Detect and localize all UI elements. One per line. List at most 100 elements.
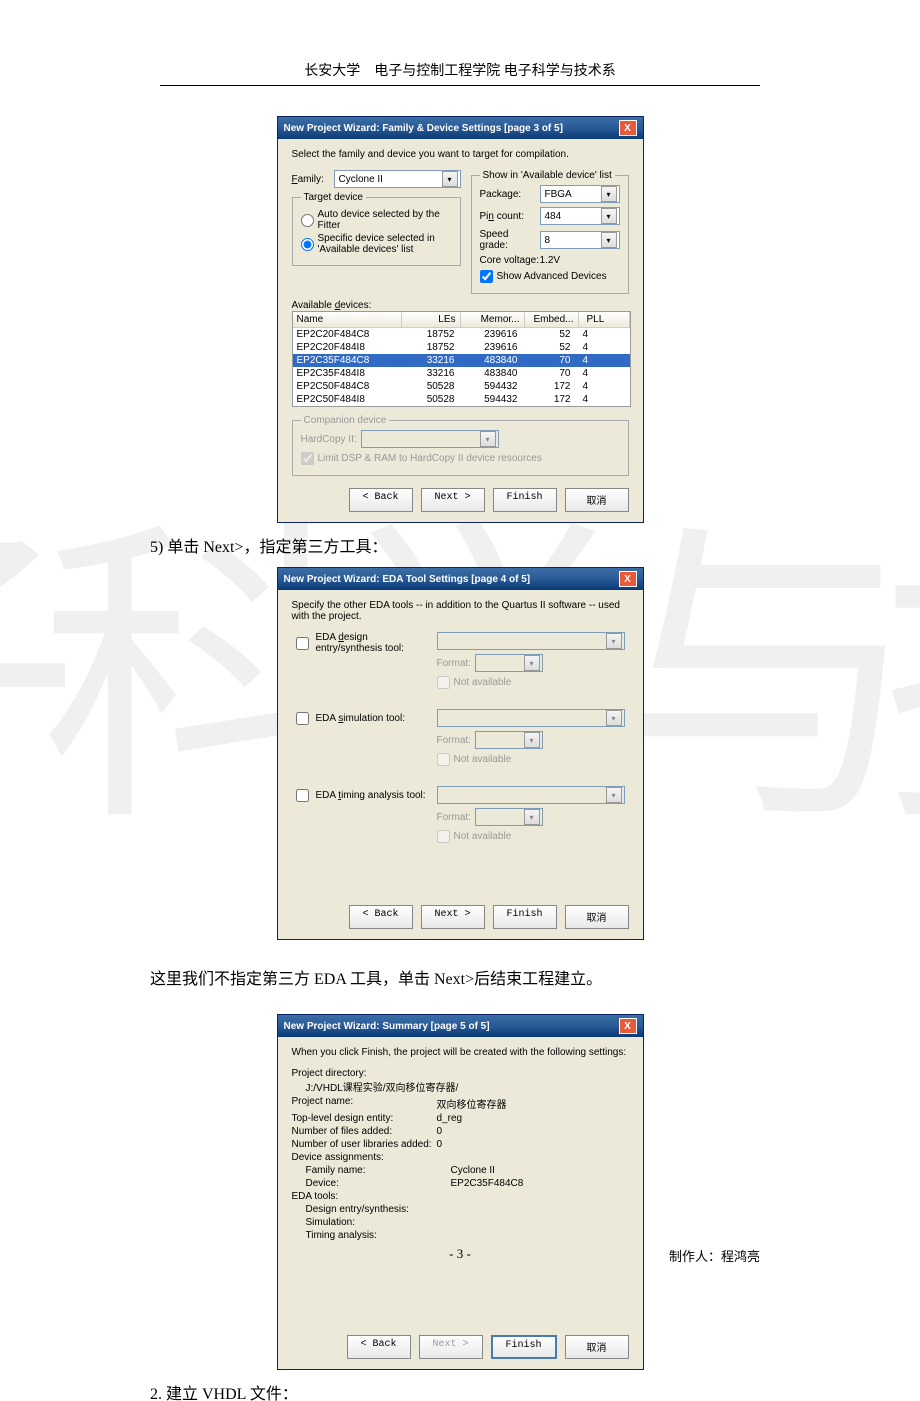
eda-timing-check[interactable] xyxy=(296,789,309,802)
show-legend: Show in 'Available device' list xyxy=(480,170,615,181)
core-label: Core voltage: xyxy=(480,255,540,266)
companion-group: Companion device HardCopy II:▾ Limit DSP… xyxy=(292,415,629,476)
eda-synthesis-check[interactable] xyxy=(296,637,309,650)
col-name[interactable]: Name xyxy=(293,312,402,327)
titlebar: New Project Wizard: EDA Tool Settings [p… xyxy=(278,568,643,590)
finish-button[interactable]: Finish xyxy=(493,905,557,929)
chevron-down-icon: ▾ xyxy=(606,787,622,803)
format-label: Format: xyxy=(437,735,475,746)
not-avail-label: Not available xyxy=(454,831,512,842)
table-row[interactable]: EP2C20F484I818752239616524 xyxy=(293,341,630,354)
core-value: 1.2V xyxy=(540,255,561,266)
not-avail-check xyxy=(437,753,450,766)
show-adv-check[interactable] xyxy=(480,270,493,283)
next-button[interactable]: Next > xyxy=(421,488,485,512)
back-button[interactable]: < Back xyxy=(349,905,413,929)
table-row[interactable]: EP2C35F484I833216483840704 xyxy=(293,367,630,380)
eda-synthesis-combo: ▾ xyxy=(437,632,625,650)
eda-simulation-combo: ▾ xyxy=(437,709,625,727)
companion-legend: Companion device xyxy=(301,415,390,426)
not-avail-label: Not available xyxy=(454,677,512,688)
page-number: - 3 - xyxy=(449,1246,471,1262)
summary-item: Timing analysis: xyxy=(292,1230,629,1241)
chevron-down-icon[interactable]: ▾ xyxy=(442,171,458,187)
between-text: 这里我们不指定第三方 EDA 工具，单击 Next>后结束工程建立。 xyxy=(150,965,770,989)
back-button[interactable]: < Back xyxy=(349,488,413,512)
close-icon[interactable]: X xyxy=(619,120,637,136)
chevron-down-icon: ▾ xyxy=(524,732,540,748)
dialog-title: New Project Wizard: EDA Tool Settings [p… xyxy=(284,574,531,585)
package-label: Package: xyxy=(480,189,540,200)
format-combo: ▾ xyxy=(475,731,543,749)
summary-item: Design entry/synthesis: xyxy=(292,1204,629,1215)
table-row[interactable]: EP2C20F484C818752239616524 xyxy=(293,328,630,341)
titlebar: New Project Wizard: Family & Device Sett… xyxy=(278,117,643,139)
radio-auto-label: Auto device selected by the Fitter xyxy=(318,209,452,231)
eda-timing-combo: ▾ xyxy=(437,786,625,804)
chevron-down-icon[interactable]: ▾ xyxy=(601,232,617,248)
radio-auto[interactable] xyxy=(301,214,314,227)
finish-button[interactable]: Finish xyxy=(491,1335,557,1359)
header-rule xyxy=(160,85,760,86)
header-text: 长安大学 电子与控制工程学院 电子科学与技术系 xyxy=(304,64,616,79)
dialog-title: New Project Wizard: Summary [page 5 of 5… xyxy=(284,1021,490,1032)
summary-item: Device:EP2C35F484C8 xyxy=(292,1178,629,1189)
eda-label: EDA tools: xyxy=(292,1191,629,1202)
chevron-down-icon: ▾ xyxy=(480,431,496,447)
not-avail-check xyxy=(437,676,450,689)
cancel-button[interactable]: 取消 xyxy=(565,905,629,929)
col-les[interactable]: LEs xyxy=(402,312,461,327)
dialog-title: New Project Wizard: Family & Device Sett… xyxy=(284,123,563,134)
show-available-group: Show in 'Available device' list Package:… xyxy=(471,170,629,294)
eda-synthesis-label: EDA design entry/synthesis tool: xyxy=(316,632,437,654)
col-mem[interactable]: Memor... xyxy=(461,312,525,327)
summary-item: Number of user libraries added:0 xyxy=(292,1139,629,1150)
next-button: Next > xyxy=(419,1335,483,1359)
table-row[interactable]: EP2C35F484C833216483840704 xyxy=(293,354,630,367)
family-label: Family: xyxy=(292,174,334,185)
summary-item: Top-level design entity:d_reg xyxy=(292,1113,629,1124)
speed-combo[interactable]: 8▾ xyxy=(540,231,620,249)
next-button[interactable]: Next > xyxy=(421,905,485,929)
col-pll[interactable]: PLL xyxy=(579,312,630,327)
instruction-text: Select the family and device you want to… xyxy=(292,149,629,160)
chevron-down-icon[interactable]: ▾ xyxy=(601,208,617,224)
close-icon[interactable]: X xyxy=(619,571,637,587)
back-button[interactable]: < Back xyxy=(347,1335,411,1359)
not-avail-check xyxy=(437,830,450,843)
format-label: Format: xyxy=(437,658,475,669)
dialog-eda-tools: New Project Wizard: EDA Tool Settings [p… xyxy=(277,567,644,940)
target-device-group: Target device Auto device selected by th… xyxy=(292,192,461,266)
close-icon[interactable]: X xyxy=(619,1018,637,1034)
author-text: 制作人：程鸿亮 xyxy=(669,1246,760,1265)
eda-simulation-label: EDA simulation tool: xyxy=(316,713,406,724)
pin-combo[interactable]: 484▾ xyxy=(540,207,620,225)
chevron-down-icon: ▾ xyxy=(524,809,540,825)
radio-specific[interactable] xyxy=(301,238,314,251)
col-emb[interactable]: Embed... xyxy=(525,312,579,327)
show-adv-label: Show Advanced Devices xyxy=(497,271,607,282)
cancel-button[interactable]: 取消 xyxy=(565,1335,629,1359)
table-row[interactable]: EP2C50F484I8505285944321724 xyxy=(293,393,630,406)
cancel-button[interactable]: 取消 xyxy=(565,488,629,512)
chevron-down-icon: ▾ xyxy=(606,710,622,726)
table-row[interactable]: EP2C50F484C8505285944321724 xyxy=(293,380,630,393)
titlebar: New Project Wizard: Summary [page 5 of 5… xyxy=(278,1015,643,1037)
table-header: Name LEs Memor... Embed... PLL xyxy=(293,312,630,328)
hardcopy-combo: ▾ xyxy=(361,430,499,448)
target-legend: Target device xyxy=(301,192,366,203)
limit-check xyxy=(301,452,314,465)
family-combo[interactable]: Cyclone II▾ xyxy=(334,170,461,188)
proj-dir-label: Project directory: xyxy=(292,1068,629,1079)
devices-table: Name LEs Memor... Embed... PLL EP2C20F48… xyxy=(292,311,631,407)
step-2-text: 2. 建立 VHDL 文件： xyxy=(150,1380,770,1401)
eda-simulation-check[interactable] xyxy=(296,712,309,725)
finish-button[interactable]: Finish xyxy=(493,488,557,512)
instruction-text: When you click Finish, the project will … xyxy=(292,1047,629,1058)
chevron-down-icon[interactable]: ▾ xyxy=(601,186,617,202)
radio-specific-label: Specific device selected in 'Available d… xyxy=(318,233,452,255)
package-combo[interactable]: FBGA▾ xyxy=(540,185,620,203)
chevron-down-icon: ▾ xyxy=(606,633,622,649)
format-combo: ▾ xyxy=(475,808,543,826)
available-label: Available devices: xyxy=(292,300,629,311)
